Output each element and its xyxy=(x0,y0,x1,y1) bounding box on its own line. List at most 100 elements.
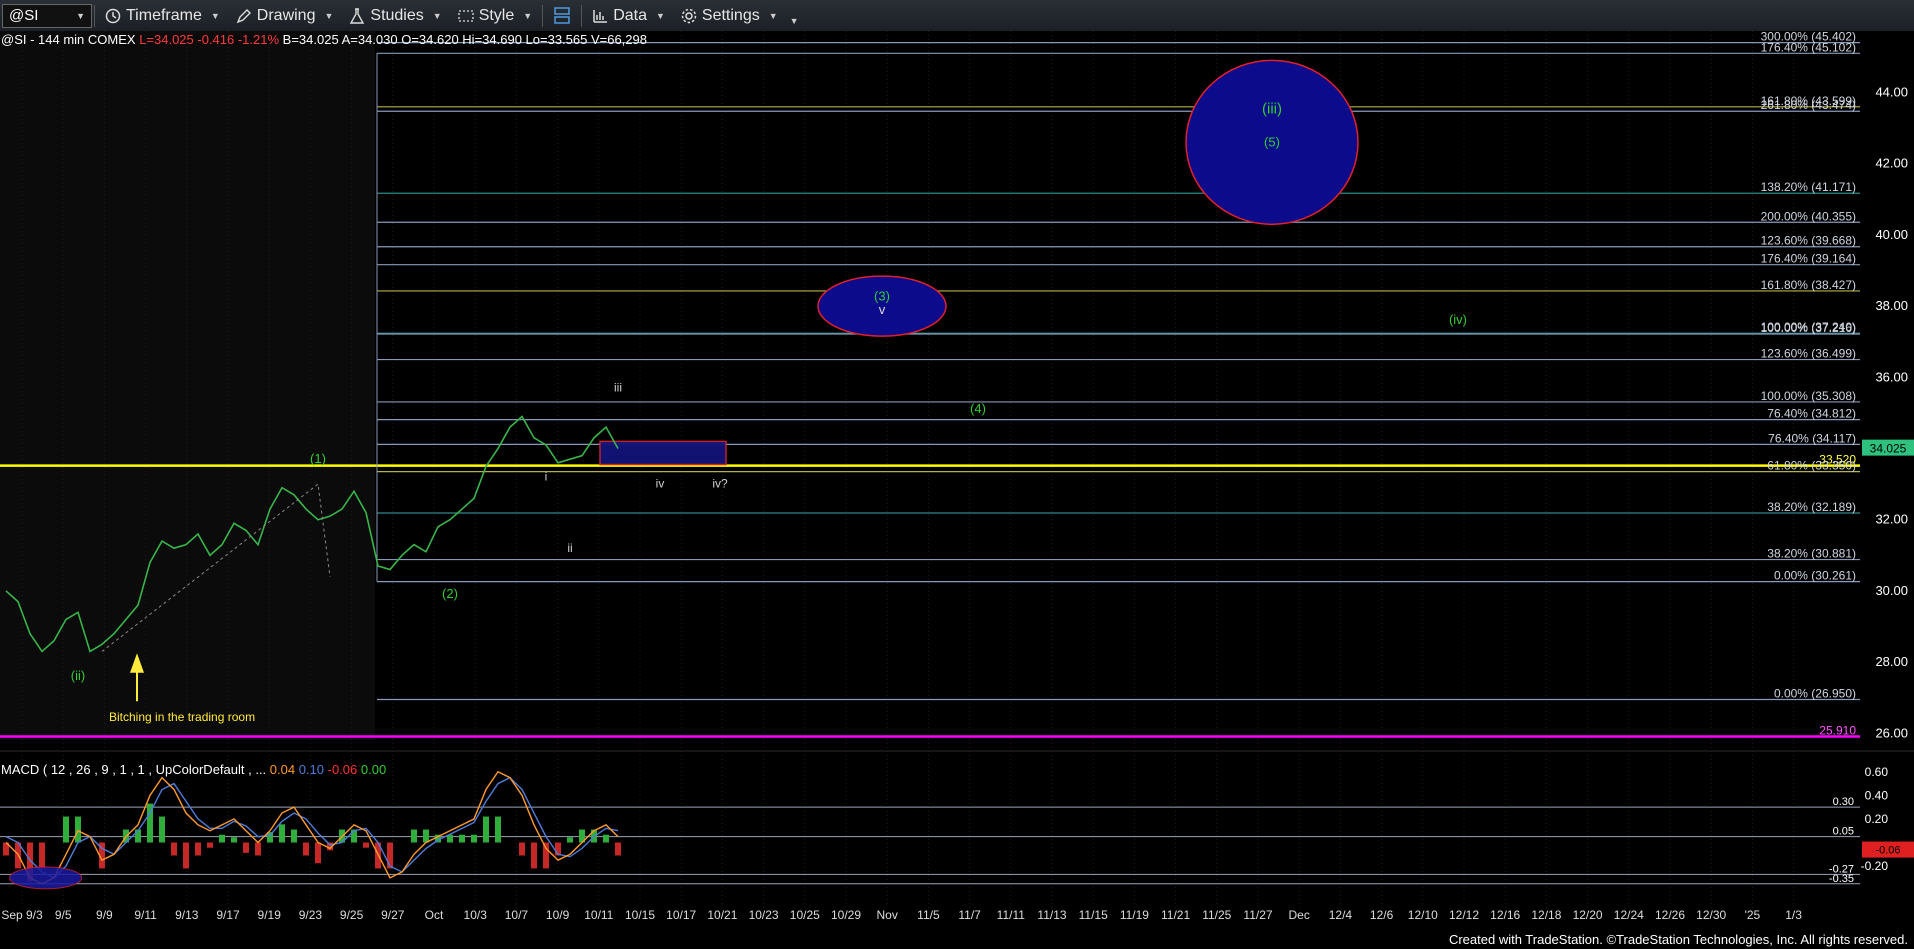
fib-level-label: 76.40% (34.117) xyxy=(1768,431,1856,445)
price-tick-label: 30.00 xyxy=(1875,583,1908,598)
macd-level-label: 0.05 xyxy=(1833,826,1854,838)
macd-histogram-bar xyxy=(615,842,621,856)
shaded-session-region xyxy=(0,31,375,740)
fib-level-label: 38.20% (32.189) xyxy=(1767,500,1856,514)
toolbar-divider xyxy=(94,4,95,27)
macd-tick-label: -0.20 xyxy=(1861,859,1889,873)
macd-histogram-bar xyxy=(39,842,45,869)
date-tick-label: 12/4 xyxy=(1329,908,1353,922)
fib-level-label: 100.00% (35.308) xyxy=(1761,389,1856,403)
date-tick-label: 11/11 xyxy=(997,908,1026,922)
macd-tick-label: 0.60 xyxy=(1865,765,1889,779)
macd-label: MACD ( 12 , 26 , 9 , 1 , 1 , UpColorDefa… xyxy=(1,762,386,777)
wave-label: iv? xyxy=(712,477,728,491)
settings-label: Settings xyxy=(701,6,760,24)
price-tick-label: 38.00 xyxy=(1875,298,1908,313)
price-tick-label: 28.00 xyxy=(1875,654,1908,669)
macd-histogram-bar xyxy=(195,842,201,856)
style-label: Style xyxy=(478,6,515,24)
macd-value: 0.04 xyxy=(270,762,299,777)
date-tick-label: 9/25 xyxy=(340,908,364,922)
macd-value: 0.10 xyxy=(299,762,328,777)
macd-histogram-bar xyxy=(291,829,297,843)
toolbar-divider xyxy=(542,4,544,27)
date-tick-label: 12/26 xyxy=(1655,908,1685,922)
wave-label: i xyxy=(545,470,548,484)
wave-label: (4) xyxy=(970,401,986,416)
toolbar: @SI ▼ Timeframe ▼ Drawing ▼ Studies ▼ St… xyxy=(0,0,1914,32)
date-tick-label: 10/17 xyxy=(666,908,696,922)
date-tick-label: 12/12 xyxy=(1449,908,1479,922)
fib-level-label: 176.40% (39.164) xyxy=(1761,252,1856,266)
target-sublabel: (5) xyxy=(1264,134,1280,149)
date-tick-label: 9/27 xyxy=(381,908,405,922)
price-tick-label: 32.00 xyxy=(1875,512,1908,527)
fib-level-label: 123.60% (39.668) xyxy=(1761,234,1856,248)
chevron-down-icon: ▼ xyxy=(768,10,778,21)
macd-histogram-bar xyxy=(171,842,177,856)
date-tick-label: 10/29 xyxy=(831,908,861,922)
symbol-input[interactable]: @SI ▼ xyxy=(2,3,92,28)
chevron-down-icon: ▼ xyxy=(523,10,533,21)
date-tick-label: 10/11 xyxy=(584,908,613,922)
macd-current-value: -0.06 xyxy=(1875,845,1900,857)
wave-label: (iv) xyxy=(1449,312,1467,327)
macd-histogram-bar xyxy=(75,816,81,843)
studies-button[interactable]: Studies ▼ xyxy=(341,2,449,30)
layout-button[interactable] xyxy=(545,2,579,30)
annotation-text: Bitching in the trading room xyxy=(109,710,255,724)
macd-value: -0.06 xyxy=(328,762,361,777)
chevron-down-icon: ▼ xyxy=(210,10,220,21)
date-tick-label: 11/7 xyxy=(958,908,981,922)
macd-histogram-bar xyxy=(63,816,69,843)
date-tick-label: 10/15 xyxy=(625,908,655,922)
wave-label: (ii) xyxy=(71,668,85,683)
wave-label: (2) xyxy=(442,586,458,601)
date-tick-label: 9/13 xyxy=(175,908,199,922)
date-tick-label: 10/9 xyxy=(546,908,570,922)
price-tick-label: 40.00 xyxy=(1875,227,1908,242)
fib-level-label: 200.00% (40.355) xyxy=(1761,209,1856,223)
date-tick-label: 12/6 xyxy=(1370,908,1394,922)
clock-icon xyxy=(105,8,121,23)
last-price-label: 34.025 xyxy=(1870,442,1907,456)
macd-value: 0.00 xyxy=(361,762,386,777)
price-tick-label: 44.00 xyxy=(1875,85,1908,100)
date-tick-label: 12/24 xyxy=(1614,908,1644,922)
macd-histogram-bar xyxy=(219,834,225,843)
settings-button[interactable]: Settings ▼ xyxy=(673,2,786,30)
macd-histogram-bar xyxy=(483,816,489,843)
date-tick-label: 1/3 xyxy=(1785,908,1802,922)
pencil-icon xyxy=(236,8,251,23)
date-tick-label: 12/16 xyxy=(1490,908,1520,922)
date-tick-label: Dec xyxy=(1289,908,1310,922)
fib-level-label: 123.60% (36.499) xyxy=(1761,347,1856,361)
data-button[interactable]: Data ▼ xyxy=(584,2,673,30)
timeframe-label: Timeframe xyxy=(126,6,202,24)
date-tick-label: 11/25 xyxy=(1202,908,1231,922)
wave-label: iii xyxy=(614,381,622,395)
wave-label: iv xyxy=(656,477,665,491)
price-tick-label: 42.00 xyxy=(1875,156,1908,171)
date-tick-label: 11/19 xyxy=(1120,908,1149,922)
price-chart[interactable]: Sep 9/3 9/5 9/9 9/11 9/13 9/17 9/19 9/23 9/25 9/2… xyxy=(0,31,1914,940)
symbol-value: @SI xyxy=(9,7,39,24)
fib-level-label: 38.20% (30.881) xyxy=(1767,547,1856,561)
timeframe-button[interactable]: Timeframe ▼ xyxy=(97,2,228,30)
fib-level-label: 0.00% (26.950) xyxy=(1774,687,1856,701)
quote-last: L=34.025 -0.416 -1.21% xyxy=(139,32,280,47)
date-tick-label: 10/7 xyxy=(505,908,529,922)
fib-level-label: 61.80% (33.350) xyxy=(1767,459,1856,473)
fib-level-label: 0.00% (30.261) xyxy=(1774,569,1856,583)
drawing-button[interactable]: Drawing ▼ xyxy=(228,2,342,30)
overflow-chevron-icon[interactable]: ▼ xyxy=(790,16,799,26)
gear-icon xyxy=(681,8,697,23)
date-tick-label: 10/21 xyxy=(707,908,737,922)
chevron-down-icon: ▼ xyxy=(432,10,442,21)
macd-histogram-bar xyxy=(243,842,249,853)
macd-histogram-bar xyxy=(315,842,321,864)
data-label: Data xyxy=(613,6,647,24)
date-tick-label: 12/18 xyxy=(1531,908,1561,922)
style-button[interactable]: Style ▼ xyxy=(450,2,541,30)
fib-level-label: 261.80% (43.474) xyxy=(1761,98,1856,112)
